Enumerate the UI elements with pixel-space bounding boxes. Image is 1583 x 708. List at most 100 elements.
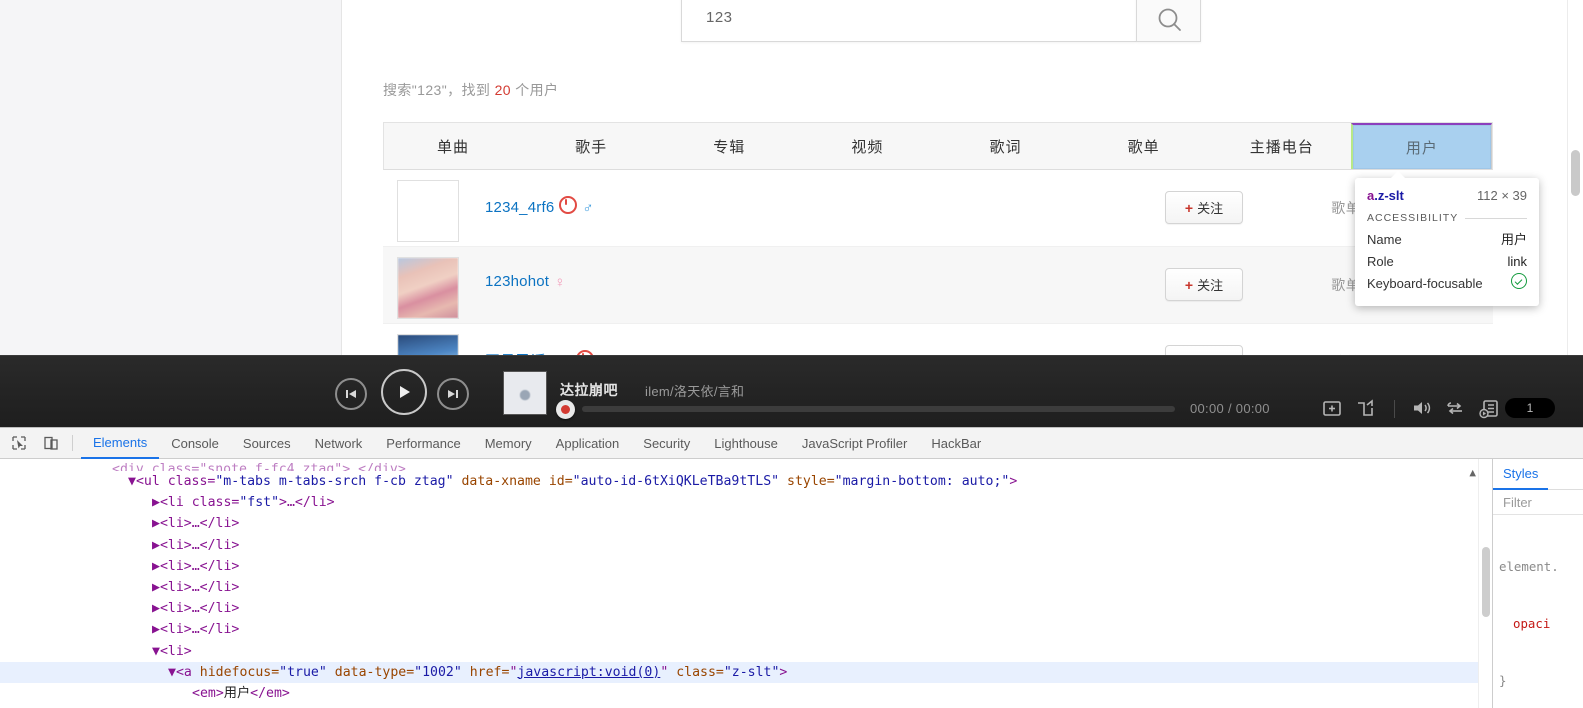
- dom-attr-name: id=: [540, 474, 573, 489]
- divider: [1394, 400, 1395, 418]
- tab-javascript-profiler[interactable]: JavaScript Profiler: [790, 429, 919, 458]
- dom-line-li[interactable]: ▶<li>…</li>: [0, 619, 1492, 640]
- follow-button[interactable]: +关注: [1165, 191, 1243, 224]
- time-separator: /: [1224, 401, 1236, 416]
- dom-line-clipped[interactable]: <div class="snote f-fc4 ztag">…</div>: [0, 459, 1492, 471]
- row-key: Role: [1367, 254, 1394, 269]
- dom-attr-link[interactable]: javascript:void(0): [517, 665, 660, 680]
- tooltip-row-focusable: Keyboard-focusable: [1367, 273, 1527, 295]
- tab-lighthouse[interactable]: Lighthouse: [702, 429, 790, 458]
- style-declaration[interactable]: opaci: [1499, 614, 1583, 633]
- dom-attr-value: "z-slt": [723, 664, 780, 680]
- dom-attr-value: "auto-id-6tXiQKLeTBa9tTLS": [572, 474, 780, 489]
- play-button[interactable]: [381, 369, 427, 415]
- dom-line-ul[interactable]: ▼<ul class="m-tabs m-tabs-srch f-cb ztag…: [0, 471, 1492, 492]
- tab-security[interactable]: Security: [631, 429, 702, 458]
- tab-zhubodiantai[interactable]: 主播电台: [1213, 123, 1351, 169]
- row-value: 用户: [1500, 232, 1527, 247]
- user-name-link[interactable]: 123hohot ♀: [485, 273, 566, 291]
- skip-previous-icon: [346, 390, 356, 398]
- tooltip-header: a.z-slt 112 × 39: [1367, 188, 1527, 203]
- tab-label: Lighthouse: [714, 435, 778, 451]
- dom-tree-scrollbar-thumb[interactable]: [1482, 547, 1490, 617]
- volume-button[interactable]: [1412, 399, 1434, 422]
- tab-shipin[interactable]: 视频: [798, 123, 936, 169]
- song-title[interactable]: 达拉崩吧: [560, 380, 618, 400]
- dom-line-anchor-selected[interactable]: ▼<a hidefocus="true" data-type="1002" hr…: [0, 661, 1492, 683]
- tab-label: Console: [171, 435, 219, 451]
- progress-track[interactable]: [582, 406, 1175, 412]
- tab-network[interactable]: Network: [303, 429, 375, 458]
- playlist-button[interactable]: [1479, 399, 1501, 424]
- artist-names[interactable]: ilem/洛天依/言和: [645, 381, 744, 400]
- dom-tag: </em>: [250, 685, 290, 701]
- dom-line-li[interactable]: ▶<li>…</li>: [0, 577, 1492, 598]
- dom-line-li[interactable]: ▶<li>…</li>: [0, 556, 1492, 577]
- dom-tree-scrollbar[interactable]: [1478, 459, 1492, 708]
- share-button[interactable]: [1355, 399, 1375, 422]
- device-toolbar-button[interactable]: [38, 431, 64, 455]
- avatar[interactable]: [397, 180, 459, 242]
- follow-label: 关注: [1197, 201, 1224, 216]
- tab-console[interactable]: Console: [159, 429, 231, 458]
- scroll-up-icon[interactable]: ▲: [1469, 462, 1476, 483]
- tab-styles[interactable]: Styles: [1493, 459, 1549, 490]
- album-cover[interactable]: [503, 371, 547, 415]
- tab-performance[interactable]: Performance: [374, 429, 472, 458]
- divider: [72, 435, 73, 451]
- follow-button[interactable]: +关注: [1165, 268, 1243, 301]
- tab-elements[interactable]: Elements: [81, 428, 160, 459]
- inspect-element-icon: [12, 436, 26, 450]
- progress-handle[interactable]: [556, 400, 575, 419]
- playlist-count-badge[interactable]: 1: [1505, 398, 1555, 418]
- dom-line-li-fst[interactable]: ▶<li class="fst">…</li>: [0, 492, 1492, 513]
- previous-track-button[interactable]: [335, 378, 367, 410]
- repeat-button[interactable]: [1444, 399, 1466, 422]
- tab-label: 歌单: [1127, 138, 1160, 156]
- next-track-button[interactable]: [437, 378, 469, 410]
- styles-rules[interactable]: element. opaci } .n-srch .srch { float w…: [1493, 515, 1583, 708]
- table-row[interactable]: 1234_4rf6♂ +关注 歌单：1: [383, 170, 1493, 247]
- search-button[interactable]: [1136, 0, 1201, 42]
- dom-attr-value: "1002": [414, 664, 462, 680]
- avatar[interactable]: [397, 257, 459, 319]
- tab-danqu[interactable]: 单曲: [384, 123, 522, 169]
- tab-application[interactable]: Application: [544, 429, 632, 458]
- tab-memory[interactable]: Memory: [473, 429, 544, 458]
- tooltip-dimensions: 112 × 39: [1476, 188, 1527, 203]
- tab-yonghu[interactable]: 用户: [1350, 123, 1492, 169]
- tab-gedan[interactable]: 歌单: [1075, 123, 1213, 169]
- search-category-tabs: 单曲 歌手 专辑 视频 歌词 歌单 主播电台 用户: [383, 122, 1493, 170]
- search-result-note: 搜索"123"，找到 20 个用户: [383, 80, 558, 100]
- tab-sources[interactable]: Sources: [231, 429, 303, 458]
- tab-geci[interactable]: 歌词: [937, 123, 1075, 169]
- tab-geshou[interactable]: 歌手: [522, 123, 660, 169]
- tab-label: Performance: [386, 435, 461, 451]
- dom-line-li-expanded[interactable]: ▼<li>: [0, 641, 1492, 662]
- inspect-element-button[interactable]: [6, 431, 32, 455]
- page-scrollbar-thumb[interactable]: [1571, 150, 1580, 196]
- dom-line-text: ▶<li>…</li>: [152, 622, 240, 638]
- tab-hackbar[interactable]: HackBar: [919, 429, 993, 458]
- tab-label: Security: [643, 435, 691, 451]
- dom-line-li[interactable]: ▶<li>…</li>: [0, 535, 1492, 556]
- element-inspector-tooltip: a.z-slt 112 × 39 ACCESSIBILITY Name 用户 Ro…: [1355, 171, 1539, 306]
- styles-filter-input[interactable]: Filter: [1493, 490, 1583, 515]
- check-circle-icon: [1511, 273, 1527, 289]
- dom-tree[interactable]: <div class="snote f-fc4 ztag">…</div> ▼<…: [0, 459, 1492, 708]
- tab-label: 歌词: [989, 138, 1022, 156]
- add-to-folder-button[interactable]: [1322, 399, 1342, 422]
- tooltip-row-name: Name 用户: [1367, 229, 1527, 251]
- search-input[interactable]: 123: [681, 0, 1136, 42]
- dom-line-em[interactable]: <em>用户</em>: [0, 683, 1492, 704]
- tab-zhuanji[interactable]: 专辑: [660, 123, 798, 169]
- dom-line-li[interactable]: ▶<li>…</li>: [0, 513, 1492, 534]
- user-name-link[interactable]: 1234_4rf6 ♂: [485, 196, 594, 217]
- style-rule-element[interactable]: element.: [1499, 557, 1583, 576]
- dom-line-li[interactable]: ▶<li>…</li>: [0, 598, 1492, 619]
- table-row[interactable]: 123hohot♀ +关注 歌单：5: [383, 247, 1493, 324]
- vip-badge-icon: [559, 196, 578, 214]
- styles-scrollbar-thumb[interactable]: [1492, 519, 1493, 579]
- tab-label: 歌手: [575, 138, 608, 156]
- dom-attr-name: href=: [461, 664, 510, 680]
